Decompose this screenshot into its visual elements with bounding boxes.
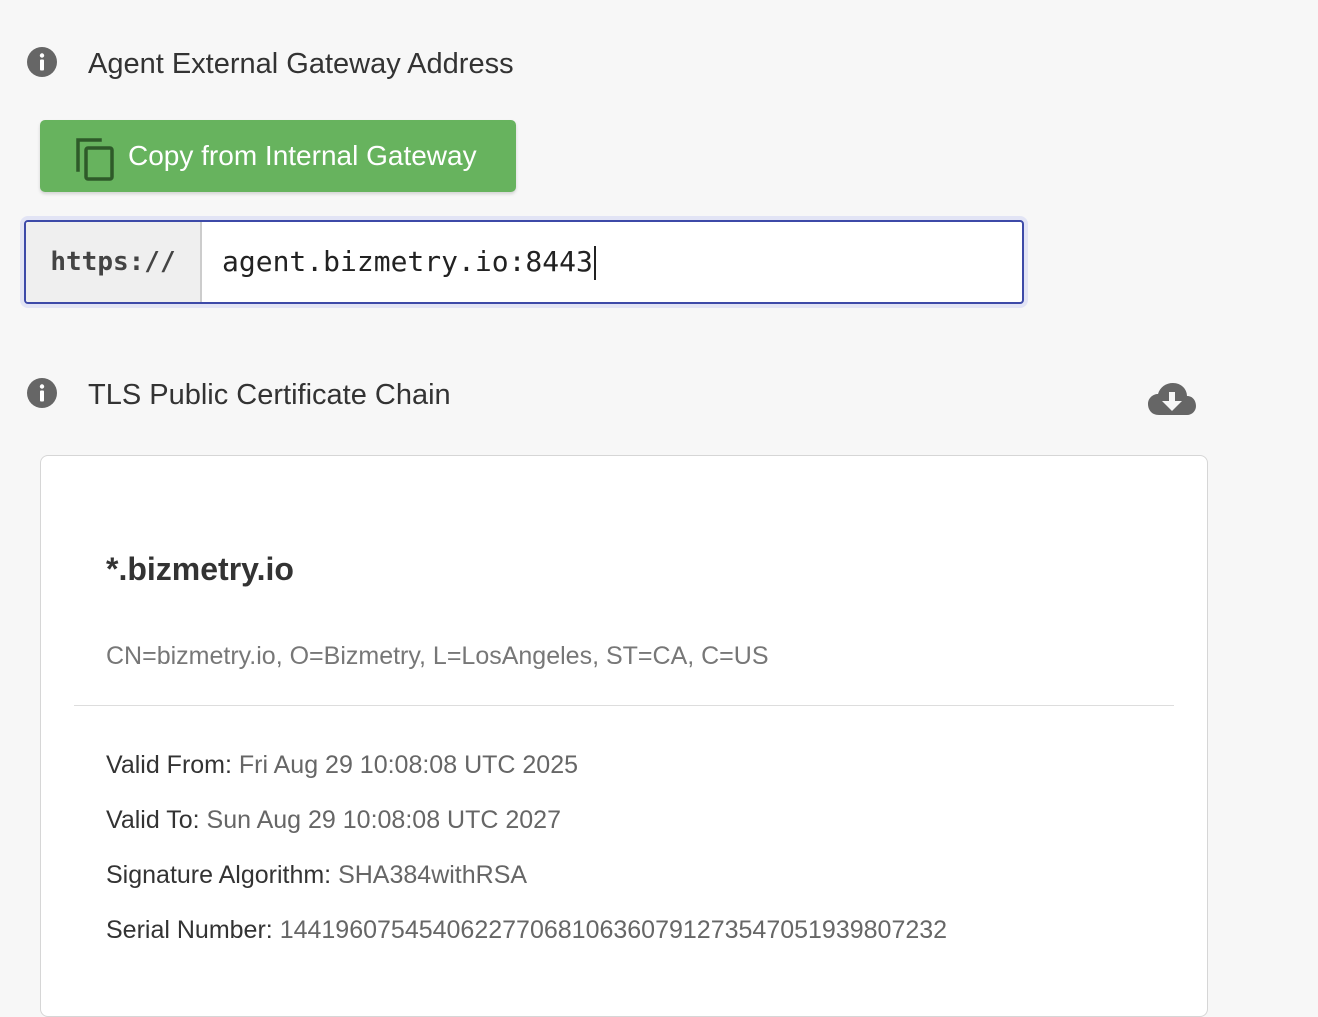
- valid-to-value: Sun Aug 29 10:08:08 UTC 2027: [206, 806, 561, 834]
- certificate-card: *.bizmetry.io CN=bizmetry.io, O=Bizmetry…: [40, 455, 1208, 1017]
- valid-from-label: Valid From:: [106, 751, 232, 779]
- gateway-url-field: https:// agent.bizmetry.io:8443: [24, 220, 1024, 304]
- valid-to-label: Valid To:: [106, 806, 200, 834]
- certificate-chain-header: TLS Public Certificate Chain: [0, 377, 1318, 421]
- valid-from-row: Valid From: Fri Aug 29 10:08:08 UTC 2025: [106, 751, 578, 780]
- info-icon[interactable]: [26, 377, 58, 409]
- copy-button-label: Copy from Internal Gateway: [128, 140, 477, 171]
- certificate-subject: CN=bizmetry.io, O=Bizmetry, L=LosAngeles…: [106, 642, 769, 670]
- copy-icon: [74, 136, 116, 182]
- signature-algorithm-row: Signature Algorithm: SHA384withRSA: [106, 861, 527, 890]
- certificate-chain-title: TLS Public Certificate Chain: [88, 379, 451, 411]
- gateway-address-title: Agent External Gateway Address: [88, 48, 514, 80]
- certificate-common-name: *.bizmetry.io: [106, 551, 294, 587]
- url-scheme-prefix: https://: [26, 222, 202, 302]
- valid-to-row: Valid To: Sun Aug 29 10:08:08 UTC 2027: [106, 806, 561, 835]
- divider: [74, 705, 1174, 706]
- gateway-address-value: agent.bizmetry.io:8443: [222, 245, 593, 278]
- gateway-address-input[interactable]: agent.bizmetry.io:8443: [202, 222, 1002, 302]
- serial-number-label: Serial Number:: [106, 916, 273, 944]
- cloud-download-icon[interactable]: [1147, 381, 1197, 417]
- signature-algorithm-label: Signature Algorithm:: [106, 861, 332, 889]
- serial-number-row: Serial Number: 1441960754540622770681063…: [106, 916, 947, 945]
- serial-number-value: 1441960754540622770681063607912735470519…: [279, 916, 948, 944]
- signature-algorithm-value: SHA384withRSA: [338, 861, 528, 889]
- info-icon[interactable]: [26, 46, 58, 78]
- copy-from-internal-gateway-button[interactable]: Copy from Internal Gateway: [40, 120, 516, 192]
- text-caret: [593, 246, 596, 280]
- valid-from-value: Fri Aug 29 10:08:08 UTC 2025: [238, 751, 579, 779]
- gateway-address-header: Agent External Gateway Address: [0, 46, 1318, 90]
